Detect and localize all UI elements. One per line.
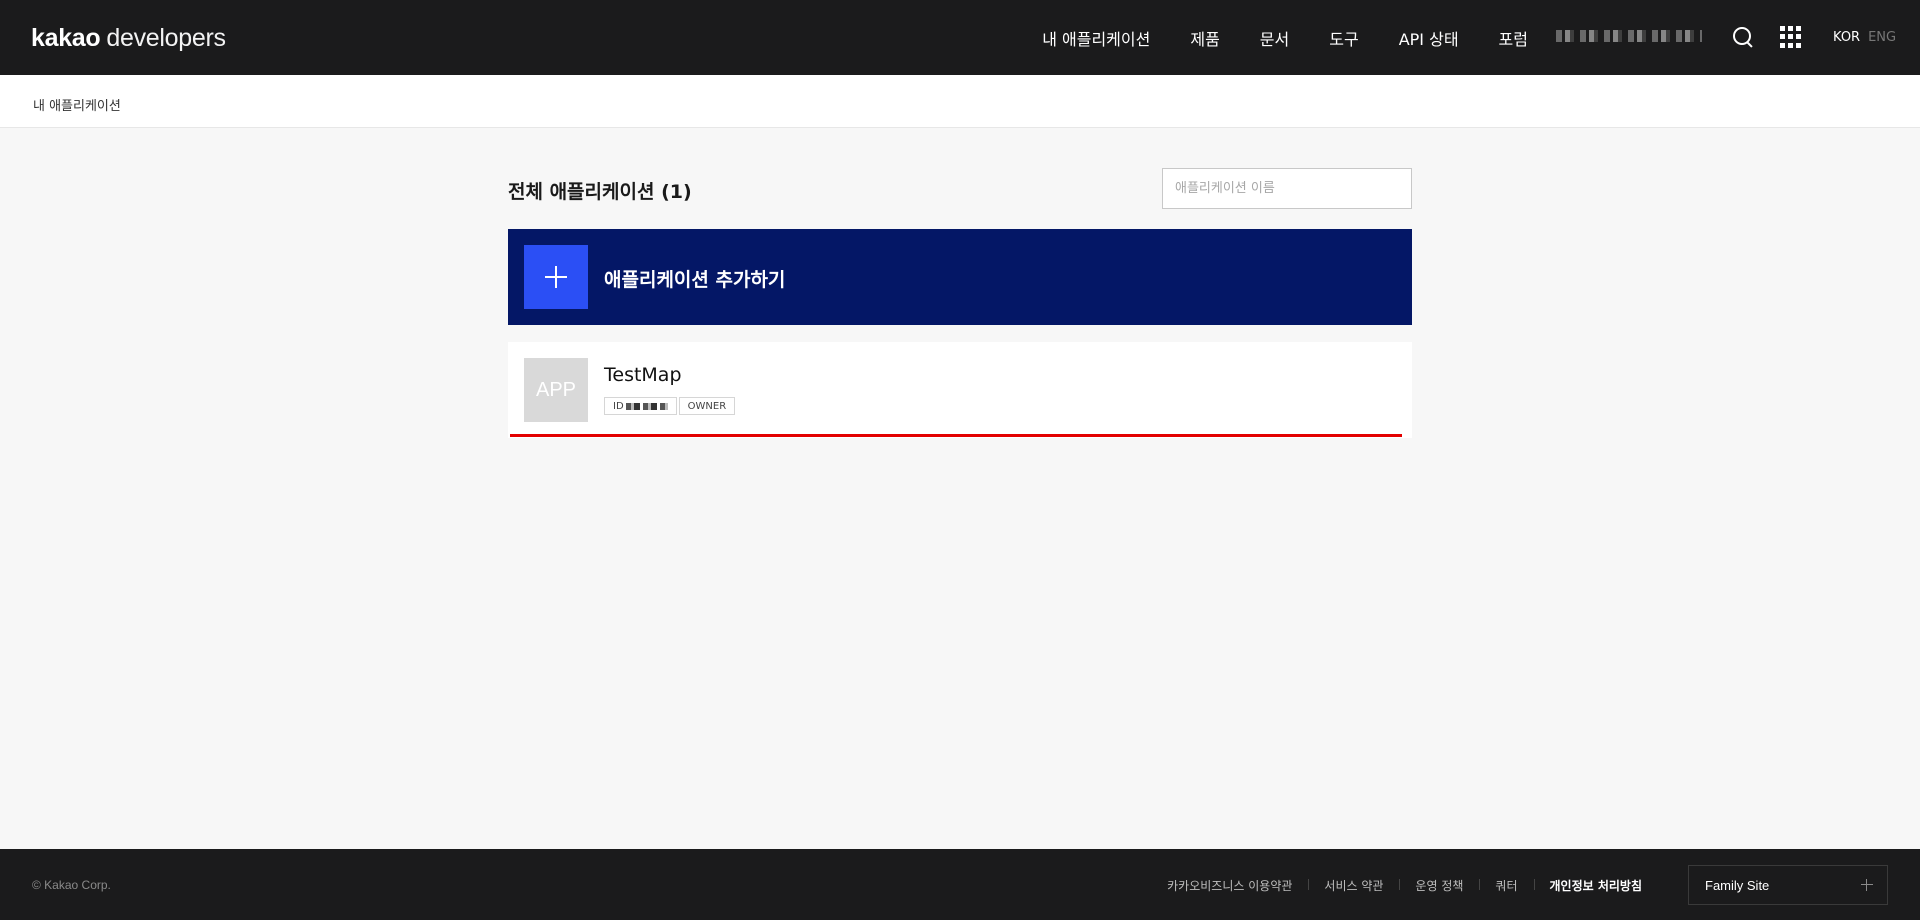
logo-product: developers — [106, 24, 226, 52]
footer-link-quota[interactable]: 쿼터 — [1479, 877, 1533, 894]
user-account-masked[interactable] — [1556, 30, 1702, 42]
app-name: TestMap — [604, 364, 682, 386]
app-id-label: ID — [613, 400, 624, 412]
list-header: 전체 애플리케이션 (1) — [508, 168, 1412, 209]
footer-link-privacy-policy[interactable]: 개인정보 처리방침 — [1533, 877, 1659, 894]
breadcrumb[interactable]: 내 애플리케이션 — [33, 95, 121, 114]
plus-icon — [1861, 879, 1873, 891]
nav-api-status[interactable]: API 상태 — [1399, 26, 1459, 50]
footer-link-business-terms[interactable]: 카카오비즈니스 이용약관 — [1151, 877, 1308, 894]
apps-grid-icon[interactable] — [1780, 26, 1802, 48]
global-header: kakao developers 내 애플리케이션 제품 문서 도구 API 상… — [0, 0, 1920, 75]
page-title: 전체 애플리케이션 (1) — [508, 181, 692, 203]
nav-products[interactable]: 제품 — [1190, 26, 1219, 50]
app-list-section: 전체 애플리케이션 (1) 애플리케이션 추가하기 APP TestMap ID… — [508, 168, 1412, 438]
app-role-badge: OWNER — [678, 397, 736, 415]
language-switch: KOR ENG — [1833, 30, 1896, 45]
nav-docs[interactable]: 문서 — [1260, 26, 1289, 50]
app-id-masked — [625, 402, 668, 410]
footer: © Kakao Corp. 카카오비즈니스 이용약관 서비스 약관 운영 정책 … — [0, 849, 1920, 920]
family-site-dropdown[interactable]: Family Site — [1688, 865, 1888, 905]
main-nav: 내 애플리케이션 제품 문서 도구 API 상태 포럼 — [1042, 0, 1528, 75]
app-id-badge: ID — [604, 397, 677, 415]
app-badges: ID OWNER — [604, 397, 736, 415]
nav-forum[interactable]: 포럼 — [1499, 26, 1528, 50]
family-site-label: Family Site — [1705, 877, 1770, 893]
app-card-testmap[interactable]: APP TestMap ID OWNER — [508, 342, 1412, 438]
add-application-label: 애플리케이션 추가하기 — [604, 269, 786, 291]
nav-my-applications[interactable]: 내 애플리케이션 — [1042, 26, 1150, 50]
app-thumbnail: APP — [524, 358, 588, 422]
nav-tools[interactable]: 도구 — [1329, 26, 1358, 50]
footer-link-service-terms[interactable]: 서비스 약관 — [1308, 877, 1399, 894]
lang-eng[interactable]: ENG — [1868, 30, 1896, 45]
plus-icon — [524, 245, 588, 309]
copyright: © Kakao Corp. — [32, 878, 111, 892]
app-search-input[interactable] — [1162, 168, 1412, 209]
add-application-button[interactable]: 애플리케이션 추가하기 — [508, 229, 1412, 325]
lang-kor[interactable]: KOR — [1833, 30, 1860, 45]
highlight-underline — [510, 434, 1402, 437]
footer-links: 카카오비즈니스 이용약관 서비스 약관 운영 정책 쿼터 개인정보 처리방침 — [1151, 877, 1658, 894]
search-icon[interactable] — [1732, 26, 1754, 48]
logo-brand: kakao — [31, 24, 101, 52]
footer-link-operation-policy[interactable]: 운영 정책 — [1399, 877, 1479, 894]
breadcrumb-bar: 내 애플리케이션 — [0, 75, 1920, 128]
kakao-developers-logo[interactable]: kakao developers — [31, 24, 226, 53]
